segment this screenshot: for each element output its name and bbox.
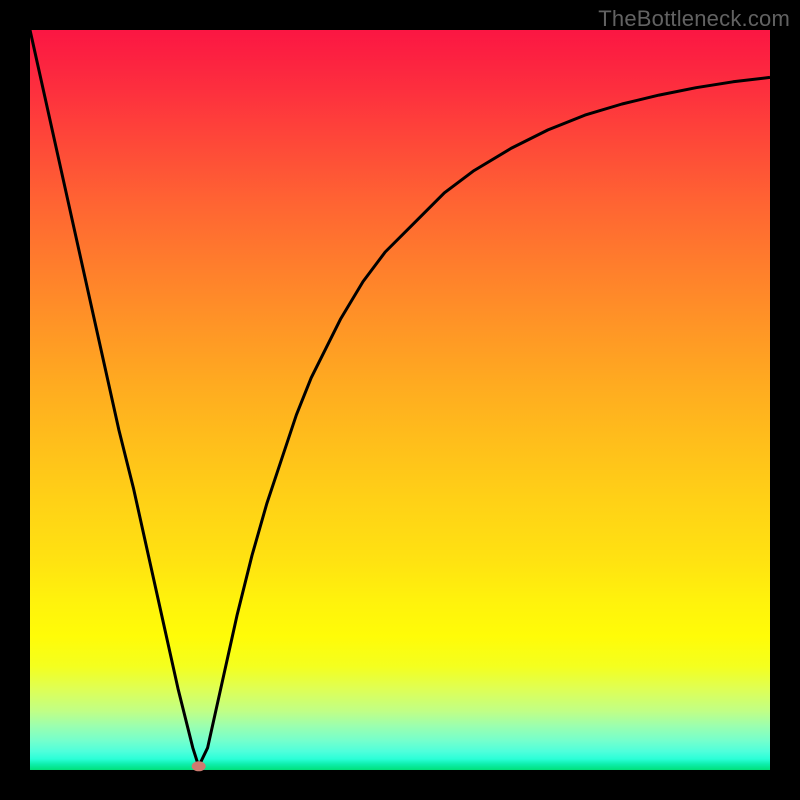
plot-area (30, 30, 770, 770)
bottleneck-curve (30, 30, 770, 766)
curve-svg (30, 30, 770, 770)
chart-frame: TheBottleneck.com (0, 0, 800, 800)
watermark-text: TheBottleneck.com (598, 6, 790, 32)
min-marker (192, 761, 206, 771)
